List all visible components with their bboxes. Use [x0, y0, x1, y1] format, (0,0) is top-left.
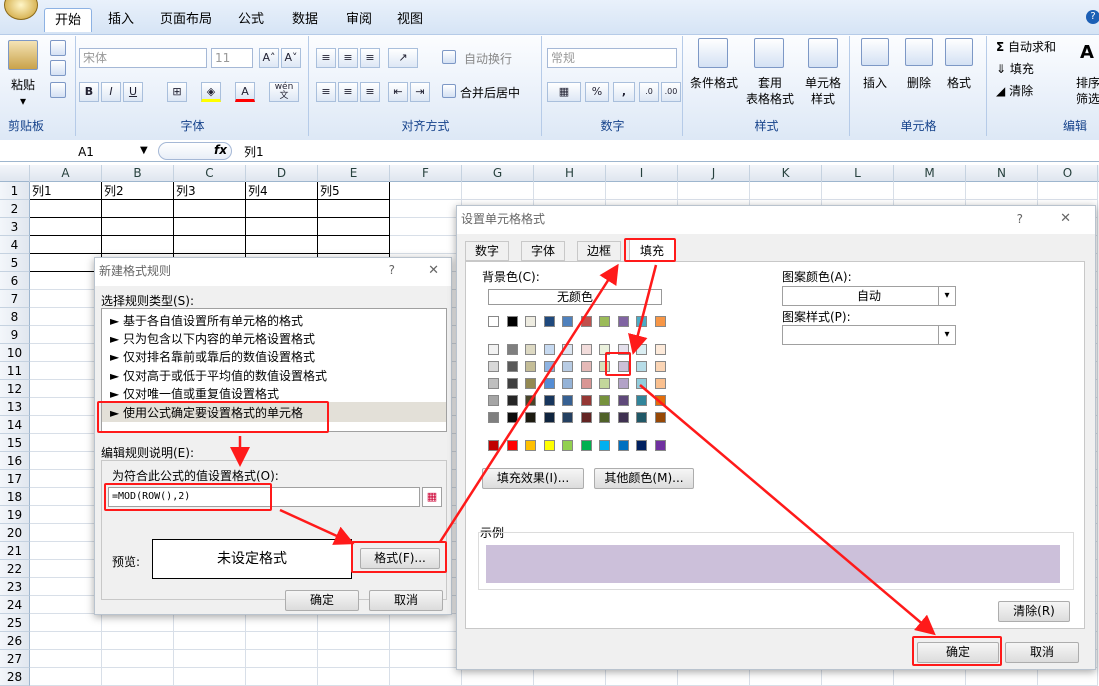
arrow-color-to-ok: [639, 384, 936, 636]
arrow-format-to-fill: [438, 263, 619, 543]
annotation-arrows: [230, 263, 936, 636]
arrow-formula-to-format: [279, 508, 355, 545]
arrow-fill-to-color: [628, 264, 658, 355]
